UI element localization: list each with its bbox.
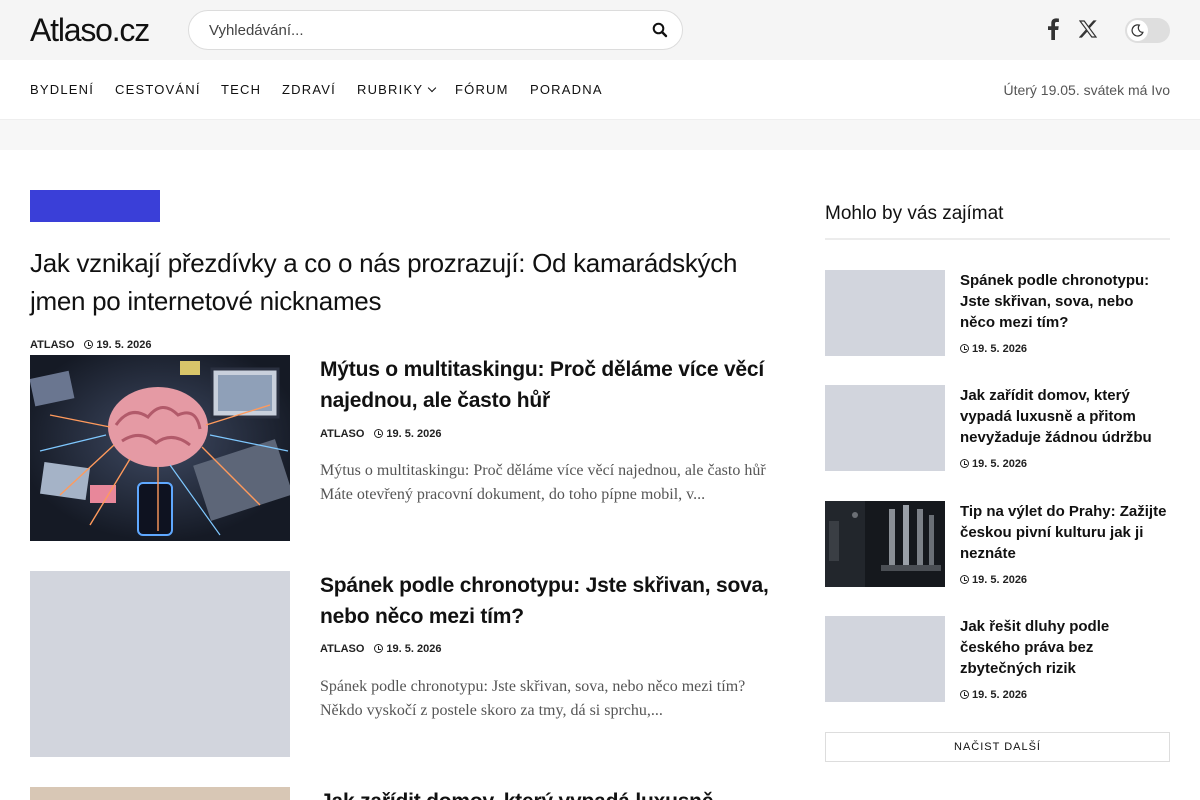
sidebar-thumbnail[interactable]	[825, 616, 945, 702]
sidebar-divider	[825, 238, 1170, 240]
top-bar: Atlaso.cz	[0, 0, 1200, 60]
nav-item-poradna[interactable]: PORADNA	[530, 82, 603, 98]
article-thumbnail[interactable]	[30, 571, 290, 757]
clock-icon	[960, 459, 969, 468]
search-box	[188, 10, 683, 50]
article-title[interactable]: Spánek podle chronotypu: Jste skřivan, s…	[320, 570, 790, 632]
nav-item-tech[interactable]: TECH	[221, 82, 261, 98]
sidebar-item-meta: 19. 5. 2026	[960, 688, 1027, 702]
sidebar-thumbnail[interactable]	[825, 385, 945, 471]
nav-item-forum[interactable]: FÓRUM	[455, 82, 509, 98]
nav-item-rubriky-label: RUBRIKY	[357, 82, 424, 97]
author-link[interactable]: ATLASO	[320, 643, 364, 655]
clock-icon	[374, 429, 384, 438]
beer-taps-image	[825, 501, 945, 587]
clock-icon	[960, 575, 969, 584]
main-nav: BYDLENÍ CESTOVÁNÍ TECH ZDRAVÍ RUBRIKY FÓ…	[0, 60, 1200, 120]
brain-illustration	[30, 355, 290, 541]
x-icon[interactable]	[1079, 20, 1097, 38]
nav-item-zdravi[interactable]: ZDRAVÍ	[282, 82, 336, 98]
sidebar-item-meta: 19. 5. 2026	[960, 342, 1027, 356]
dark-mode-toggle[interactable]	[1125, 18, 1170, 43]
sidebar-heading: Mohlo by vás zajímat	[825, 203, 1004, 224]
article-excerpt: Spánek podle chronotypu: Jste skřivan, s…	[320, 678, 746, 719]
article-title[interactable]: Jak zařídit domov, který vypadá luxusně	[320, 786, 790, 800]
toggle-knob	[1127, 20, 1148, 41]
author-link[interactable]: ATLASO	[30, 339, 74, 351]
clock-icon	[84, 340, 94, 349]
post-date: 19. 5. 2026	[972, 343, 1028, 355]
clock-icon	[374, 644, 384, 653]
article-meta: ATLASO 19. 5. 2026	[320, 642, 441, 656]
article-excerpt: Mýtus o multitaskingu: Proč děláme více …	[320, 462, 766, 503]
nav-item-cestovani[interactable]: CESTOVÁNÍ	[115, 82, 201, 98]
post-date: 19. 5. 2026	[386, 643, 442, 655]
article-thumbnail[interactable]	[30, 787, 290, 800]
hero-meta: ATLASO 19. 5. 2026	[30, 338, 151, 352]
search-input[interactable]	[209, 11, 629, 49]
article-meta: ATLASO 19. 5. 2026	[320, 427, 441, 441]
clock-icon	[960, 344, 969, 353]
sidebar-item-title[interactable]: Jak zařídit domov, který vypadá luxusně …	[960, 385, 1170, 448]
sidebar-item-title[interactable]: Spánek podle chronotypu: Jste skřivan, s…	[960, 270, 1170, 333]
sidebar-thumbnail[interactable]	[825, 501, 945, 587]
nav-item-rubriky[interactable]: RUBRIKY	[357, 82, 437, 98]
load-more-button[interactable]: NAČIST DALŠÍ	[825, 732, 1170, 762]
author-link[interactable]: ATLASO	[320, 428, 364, 440]
moon-icon	[1131, 24, 1144, 37]
clock-icon	[960, 690, 969, 699]
sidebar-item-meta: 19. 5. 2026	[960, 573, 1027, 587]
site-logo[interactable]: Atlaso.cz	[30, 12, 150, 48]
sidebar-item-title[interactable]: Tip na výlet do Prahy: Zažijte českou pi…	[960, 501, 1170, 564]
post-date: 19. 5. 2026	[972, 689, 1028, 701]
header-strip	[0, 120, 1200, 150]
search-icon[interactable]	[652, 22, 668, 38]
category-badge[interactable]	[30, 190, 160, 222]
article-title-text: Jak zařídit domov, který vypadá luxusně	[320, 786, 790, 800]
post-date: 19. 5. 2026	[972, 574, 1028, 586]
article-title[interactable]: Mýtus o multitaskingu: Proč děláme více …	[320, 354, 790, 416]
post-date: 19. 5. 2026	[96, 339, 152, 351]
article-thumbnail[interactable]	[30, 355, 290, 541]
date-nameday: Úterý 19.05. svátek má Ivo	[1003, 82, 1170, 98]
nav-item-bydleni[interactable]: BYDLENÍ	[30, 82, 94, 98]
sidebar-thumbnail[interactable]	[825, 270, 945, 356]
chevron-down-icon	[427, 83, 437, 93]
sidebar-item-meta: 19. 5. 2026	[960, 457, 1027, 471]
facebook-icon[interactable]	[1046, 18, 1060, 40]
hero-title[interactable]: Jak vznikají přezdívky a co o nás prozra…	[30, 244, 790, 320]
post-date: 19. 5. 2026	[386, 428, 442, 440]
post-date: 19. 5. 2026	[972, 458, 1028, 470]
sidebar-item-title[interactable]: Jak řešit dluhy podle českého práva bez …	[960, 616, 1170, 679]
